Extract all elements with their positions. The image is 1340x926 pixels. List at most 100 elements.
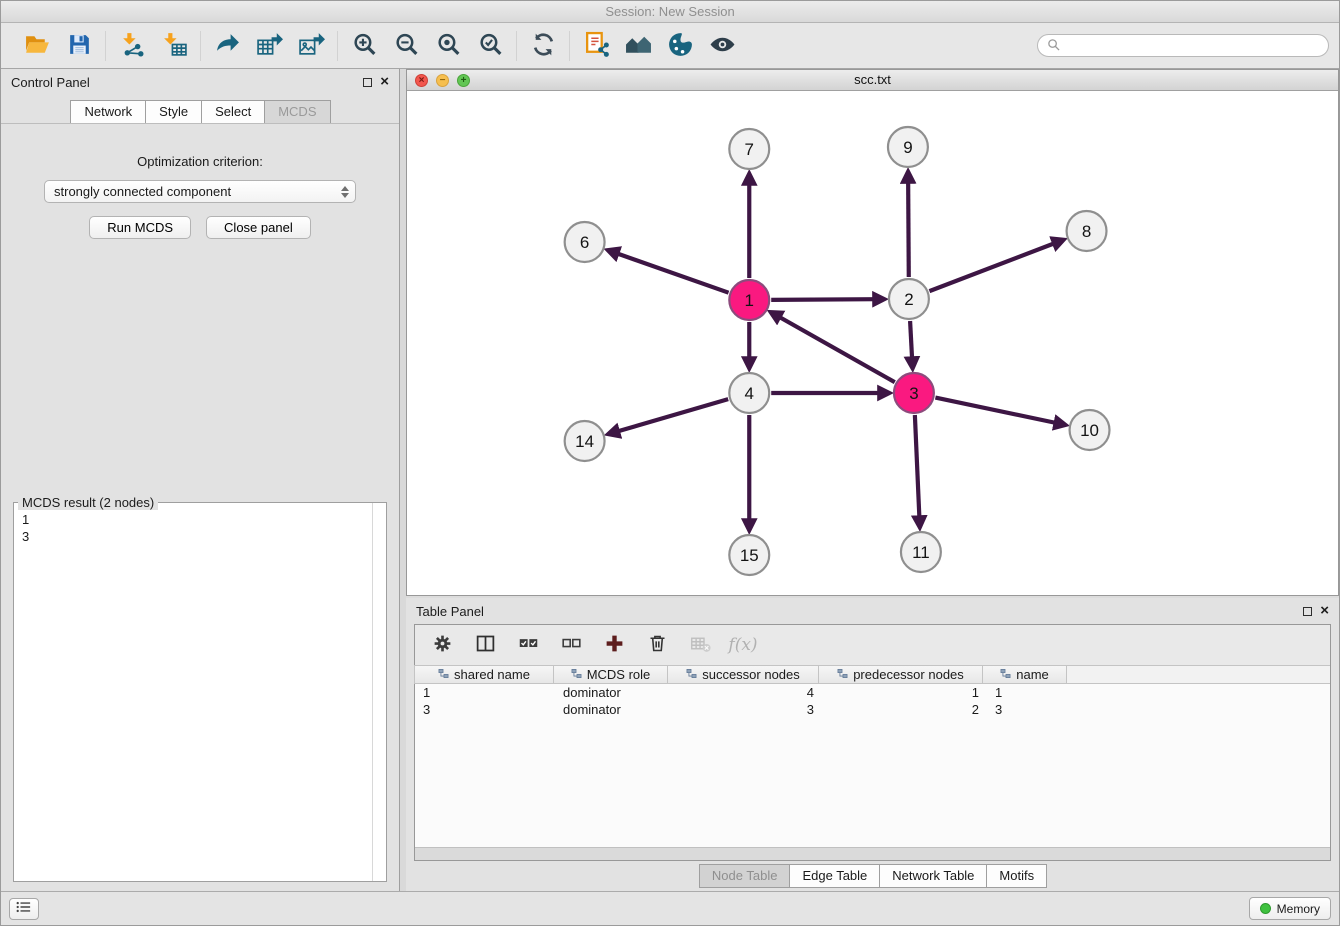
tab-node-table[interactable]: Node Table [699, 864, 791, 888]
node-15[interactable]: 15 [729, 535, 769, 575]
clone-network-button[interactable] [579, 29, 613, 63]
add-column-button[interactable] [601, 632, 627, 658]
column-header-shared-name[interactable]: shared name [414, 665, 554, 684]
node-14[interactable]: 14 [565, 421, 605, 461]
optimization-select[interactable]: strongly connected component [44, 180, 356, 203]
svg-text:11: 11 [912, 543, 930, 562]
memory-status-dot [1260, 903, 1271, 914]
node-4[interactable]: 4 [729, 373, 769, 413]
run-mcds-button[interactable]: Run MCDS [89, 216, 191, 239]
window-minimize-icon[interactable]: − [436, 74, 449, 87]
network-window-title: scc.txt [854, 72, 891, 87]
edge-3-1[interactable] [779, 317, 895, 383]
table-row[interactable]: 3dominator323 [415, 701, 1330, 718]
window-zoom-icon[interactable]: + [457, 74, 470, 87]
column-header-MCDS-role[interactable]: MCDS role [553, 665, 668, 684]
node-11[interactable]: 11 [901, 532, 941, 572]
open-file-button[interactable] [20, 29, 54, 63]
edge-2-9[interactable] [908, 181, 909, 277]
save-session-icon [66, 31, 93, 61]
tab-style[interactable]: Style [145, 100, 202, 123]
node-1[interactable]: 1 [729, 280, 769, 320]
save-session-button[interactable] [62, 29, 96, 63]
tab-network[interactable]: Network [70, 100, 146, 123]
table-settings-button[interactable] [429, 632, 455, 658]
memory-button[interactable]: Memory [1249, 897, 1331, 920]
table-cell[interactable]: 1 [415, 684, 555, 701]
edge-2-8[interactable] [929, 243, 1054, 291]
home-button[interactable] [621, 29, 655, 63]
column-type-icon [837, 667, 848, 682]
column-header-successor-nodes[interactable]: successor nodes [667, 665, 819, 684]
node-2[interactable]: 2 [889, 279, 929, 319]
show-panels-button[interactable] [9, 898, 39, 920]
delete-column-button[interactable] [644, 632, 670, 658]
tab-mcds[interactable]: MCDS [264, 100, 330, 123]
node-3[interactable]: 3 [894, 373, 934, 413]
table-cell[interactable]: 3 [987, 701, 1072, 718]
table-toolbar: f(x) [415, 625, 1330, 665]
edge-2-3[interactable] [910, 321, 912, 359]
table-row[interactable]: 1dominator411 [415, 684, 1330, 701]
export-image-button[interactable] [294, 29, 328, 63]
table-cell[interactable]: 3 [670, 701, 822, 718]
table-cell[interactable]: 1 [987, 684, 1072, 701]
tab-select[interactable]: Select [201, 100, 265, 123]
export-table-button[interactable] [252, 29, 286, 63]
tab-network-table[interactable]: Network Table [879, 864, 987, 888]
edge-4-14[interactable] [617, 399, 728, 431]
float-panel-icon[interactable] [363, 78, 372, 87]
column-header-label: predecessor nodes [853, 667, 964, 682]
table-cell[interactable]: 1 [822, 684, 987, 701]
zoom-in-button[interactable] [347, 29, 381, 63]
table-cell[interactable]: dominator [555, 684, 670, 701]
table-cell[interactable]: 4 [670, 684, 822, 701]
column-header-predecessor-nodes[interactable]: predecessor nodes [818, 665, 983, 684]
tab-edge-table[interactable]: Edge Table [789, 864, 880, 888]
node-8[interactable]: 8 [1067, 211, 1107, 251]
network-canvas[interactable]: 7 9 6 8 1 2 4 3 14 10 15 11 [407, 91, 1338, 595]
column-header-name[interactable]: name [982, 665, 1067, 684]
edge-3-10[interactable] [935, 398, 1056, 423]
zoom-selected-button[interactable] [473, 29, 507, 63]
table-cell[interactable]: 3 [415, 701, 555, 718]
mcds-buttons-row: Run MCDS Close panel [13, 216, 387, 239]
table-cell[interactable]: 2 [822, 701, 987, 718]
main-toolbar-groups [11, 29, 748, 63]
tab-motifs[interactable]: Motifs [986, 864, 1047, 888]
zoom-out-button[interactable] [389, 29, 423, 63]
window-close-icon[interactable]: × [415, 74, 428, 87]
table-cell[interactable]: dominator [555, 701, 670, 718]
svg-text:2: 2 [904, 290, 913, 309]
node-9[interactable]: 9 [888, 127, 928, 167]
deselect-all-button[interactable] [558, 632, 584, 658]
mcds-result-line: 3 [22, 528, 386, 545]
edge-3-11[interactable] [915, 415, 920, 518]
table-horizontal-scrollbar[interactable] [415, 847, 1330, 860]
apply-style-button[interactable] [663, 29, 697, 63]
node-10[interactable]: 10 [1070, 410, 1110, 450]
node-6[interactable]: 6 [565, 222, 605, 262]
search-input[interactable] [1066, 39, 1319, 53]
table-header-row: shared nameMCDS rolesuccessor nodes prede… [415, 665, 1330, 684]
edge-1-2[interactable] [771, 299, 875, 300]
search-box[interactable] [1037, 34, 1329, 57]
import-table-button[interactable] [157, 29, 191, 63]
refresh-button[interactable] [526, 29, 560, 63]
column-layout-button[interactable] [472, 632, 498, 658]
close-panel-icon[interactable]: × [380, 77, 389, 87]
close-panel-button[interactable]: Close panel [206, 216, 311, 239]
export-network-button[interactable] [210, 29, 244, 63]
node-7[interactable]: 7 [729, 129, 769, 169]
main-toolbar [1, 23, 1339, 69]
float-table-panel-icon[interactable] [1303, 607, 1312, 616]
edge-1-6[interactable] [617, 253, 729, 292]
zoom-fit-button[interactable] [431, 29, 465, 63]
control-panel-tabs: NetworkStyleSelectMCDS [1, 95, 399, 124]
import-network-button[interactable] [115, 29, 149, 63]
select-all-button[interactable] [515, 632, 541, 658]
show-hide-button[interactable] [705, 29, 739, 63]
close-table-panel-icon[interactable]: × [1320, 606, 1329, 616]
result-scrollbar-track[interactable] [372, 503, 373, 881]
column-type-icon [438, 667, 449, 682]
